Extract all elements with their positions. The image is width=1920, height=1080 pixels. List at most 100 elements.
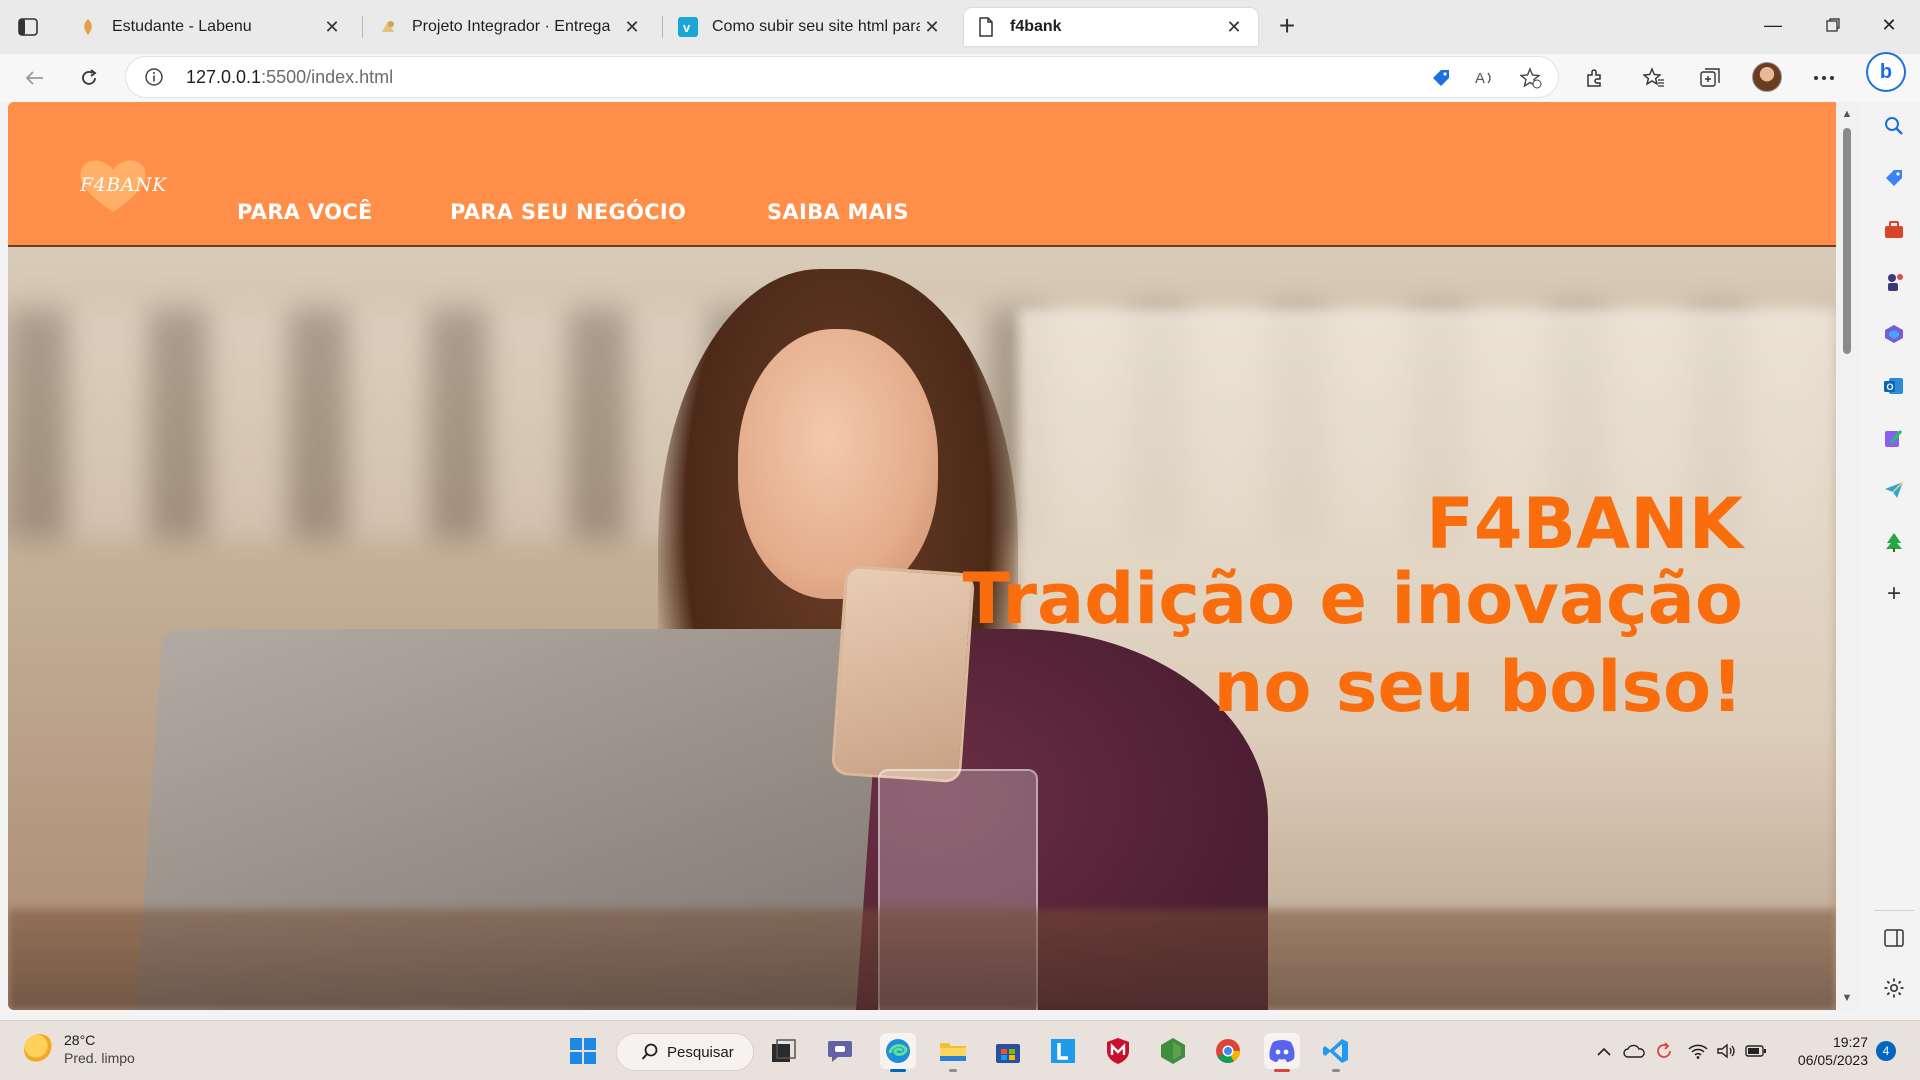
games-icon[interactable]	[1880, 268, 1908, 296]
reload-icon[interactable]	[72, 62, 106, 94]
weather-widget[interactable]: 28°C Pred. limpo	[24, 1031, 135, 1067]
file-explorer-icon[interactable]	[935, 1033, 971, 1072]
sidebar-settings-icon[interactable]	[1880, 974, 1908, 1002]
profile-avatar[interactable]	[1752, 62, 1782, 92]
nav-para-seu-negocio[interactable]: PARA SEU NEGÓCIO	[450, 200, 686, 224]
page-viewport: F4BANK PARA VOCÊ PARA SEU NEGÓCIO SAIBA …	[8, 102, 1836, 1010]
shopping-tag-icon[interactable]	[1428, 65, 1454, 91]
scroll-down-icon[interactable]: ▼	[1841, 992, 1853, 1004]
extensions-icon[interactable]	[1578, 62, 1610, 94]
smartphone	[830, 564, 976, 784]
weather-sun-icon	[24, 1034, 54, 1064]
hero-tagline-line1: Tradição e inovação	[962, 558, 1743, 640]
favorites-icon[interactable]	[1638, 62, 1670, 94]
wifi-icon[interactable]	[1686, 1039, 1710, 1063]
restore-icon[interactable]	[1810, 10, 1856, 40]
close-tab-icon[interactable]: ✕	[320, 15, 344, 39]
read-aloud-icon[interactable]: A	[1472, 65, 1498, 91]
designer-icon[interactable]	[1880, 424, 1908, 452]
close-tab-icon[interactable]: ✕	[1222, 15, 1246, 39]
notification-badge[interactable]: 4	[1876, 1041, 1896, 1061]
scroll-up-icon[interactable]: ▲	[1841, 108, 1853, 120]
weather-description: Pred. limpo	[64, 1050, 135, 1066]
tab-como-subir-site[interactable]: v Como subir seu site html para a ✕	[666, 8, 956, 46]
running-indicator	[890, 1069, 906, 1072]
running-indicator	[949, 1069, 957, 1072]
l-app-icon[interactable]	[1045, 1033, 1081, 1069]
search-icon[interactable]	[1880, 112, 1908, 140]
tools-icon[interactable]	[1880, 216, 1908, 244]
logo-text: F4BANK	[80, 174, 167, 196]
cafe-table	[8, 909, 1836, 1010]
nav-saiba-mais[interactable]: SAIBA MAIS	[767, 200, 909, 224]
add-sidebar-app-icon[interactable]: +	[1880, 580, 1908, 608]
mcafee-icon[interactable]	[1100, 1033, 1136, 1069]
telegram-send-icon[interactable]	[1880, 476, 1908, 504]
tab-f4bank[interactable]: f4bank ✕	[964, 8, 1258, 46]
more-options-icon[interactable]	[1808, 62, 1840, 94]
edge-taskbar-icon[interactable]	[880, 1033, 916, 1072]
outlook-icon[interactable]: O	[1880, 372, 1908, 400]
windows-taskbar: 28°C Pred. limpo Pesquisar 19:27 06/05/2…	[0, 1020, 1920, 1080]
nav-para-voce[interactable]: PARA VOCÊ	[237, 200, 373, 224]
close-tab-icon[interactable]: ✕	[920, 15, 944, 39]
tab-strip: Estudante - Labenu ✕ Projeto Integrador …	[0, 0, 1920, 54]
page-scrollbar[interactable]: ▲ ▼	[1836, 102, 1858, 1010]
svg-text:v: v	[683, 20, 691, 35]
taskbar-search[interactable]: Pesquisar	[616, 1033, 754, 1071]
sync-icon[interactable]	[1652, 1039, 1676, 1063]
task-view-icon[interactable]	[766, 1033, 802, 1069]
tab-title: Como subir seu site html para a	[712, 18, 920, 35]
page-favicon-icon	[976, 17, 996, 37]
volume-icon[interactable]	[1714, 1039, 1738, 1063]
back-icon[interactable]	[18, 62, 52, 94]
onedrive-icon[interactable]	[1622, 1039, 1646, 1063]
system-clock[interactable]: 19:27 06/05/2023	[1786, 1033, 1868, 1069]
url-host: 127.0.0.1	[186, 67, 262, 87]
close-window-icon[interactable]: ✕	[1866, 10, 1912, 40]
site-header: F4BANK PARA VOCÊ PARA SEU NEGÓCIO SAIBA …	[8, 102, 1836, 247]
discord-icon[interactable]	[1264, 1033, 1300, 1072]
labenu-favicon-icon	[78, 17, 98, 37]
tab-projeto-integrador[interactable]: Projeto Integrador · Entrega ✕	[366, 8, 656, 46]
scrollbar-thumb[interactable]	[1843, 128, 1851, 354]
minimize-icon[interactable]: —	[1750, 10, 1796, 40]
tab-divider	[662, 16, 663, 38]
battery-icon[interactable]	[1744, 1039, 1768, 1063]
tree-app-icon[interactable]	[1880, 528, 1908, 556]
close-tab-icon[interactable]: ✕	[620, 15, 644, 39]
show-hidden-icons-icon[interactable]	[1592, 1039, 1616, 1063]
address-bar[interactable]: 127.0.0.1:5500/index.html A	[126, 57, 1558, 97]
site-info-icon[interactable]	[144, 67, 164, 87]
add-favorite-icon[interactable]	[1518, 65, 1544, 91]
weather-temperature: 28°C	[64, 1032, 96, 1048]
nodejs-icon[interactable]	[1155, 1033, 1191, 1069]
chrome-icon[interactable]	[1210, 1033, 1246, 1069]
project-favicon-icon	[378, 17, 398, 37]
collections-icon[interactable]	[1694, 62, 1726, 94]
hero-title: F4BANK	[1426, 483, 1743, 565]
start-button[interactable]	[565, 1033, 601, 1069]
microsoft-store-icon[interactable]	[990, 1033, 1026, 1069]
svg-text:A: A	[1475, 70, 1485, 87]
clock-time: 19:27	[1832, 1034, 1868, 1050]
hide-sidebar-icon[interactable]	[1880, 924, 1908, 952]
tab-actions-icon[interactable]	[14, 14, 42, 40]
tab-title: Estudante - Labenu	[112, 18, 252, 35]
bing-copilot-icon[interactable]: b	[1866, 52, 1906, 92]
edge-sidebar: O +	[1868, 102, 1920, 1010]
vscode-icon[interactable]	[1318, 1033, 1354, 1072]
tab-title: f4bank	[1010, 18, 1062, 35]
tab-divider	[362, 16, 363, 38]
shopping-icon[interactable]	[1880, 164, 1908, 192]
teams-chat-icon[interactable]	[822, 1033, 858, 1069]
tab-estudante-labenu[interactable]: Estudante - Labenu ✕	[66, 8, 356, 46]
search-icon	[641, 1043, 658, 1060]
new-tab-button[interactable]: +	[1272, 12, 1302, 43]
url-text: 127.0.0.1:5500/index.html	[186, 67, 393, 88]
url-path: :5500/index.html	[261, 67, 394, 87]
clock-date: 06/05/2023	[1797, 1052, 1868, 1068]
f4bank-logo[interactable]: F4BANK	[72, 154, 166, 216]
microsoft-365-icon[interactable]	[1880, 320, 1908, 348]
vimeo-favicon-icon: v	[678, 17, 698, 37]
